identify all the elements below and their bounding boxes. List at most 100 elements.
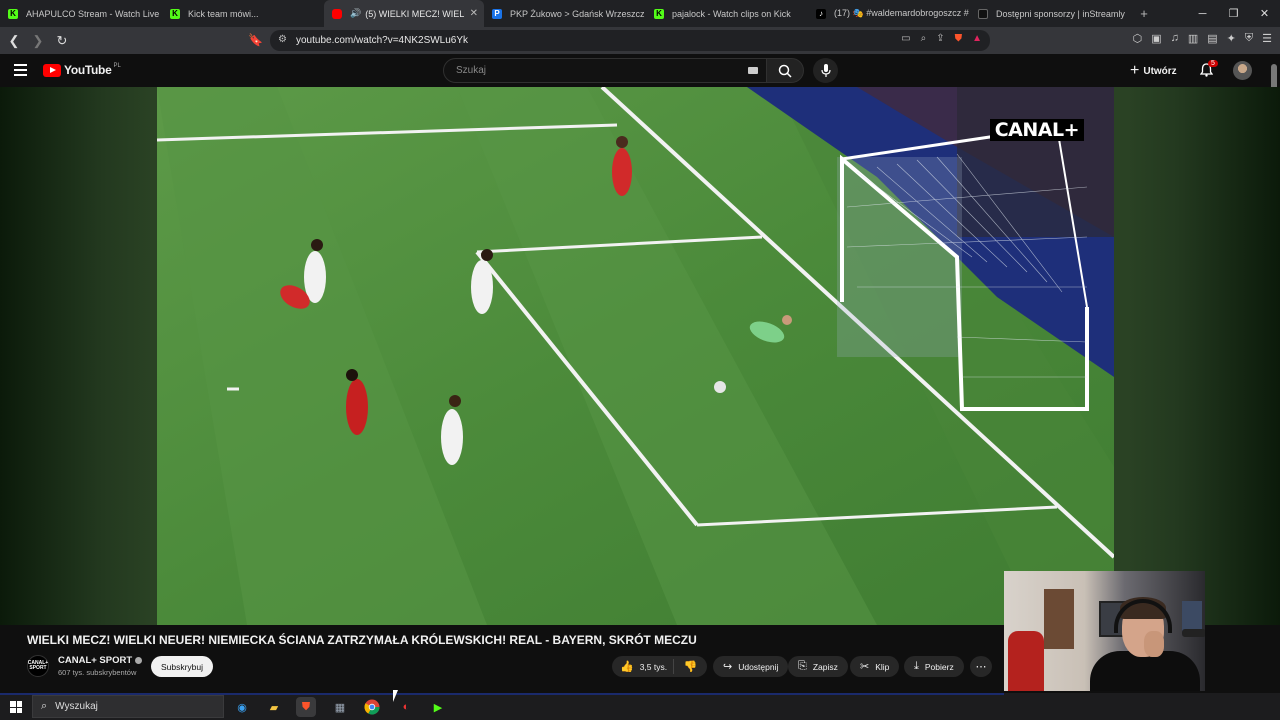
extension-icon[interactable]: ⬡ xyxy=(1133,32,1143,45)
search-icon xyxy=(778,64,792,78)
webcam-chair xyxy=(1008,631,1044,691)
taskbar-search-input[interactable]: ⌕ Wyszukaj xyxy=(32,695,224,718)
subscribe-button[interactable]: Subskrybuj xyxy=(151,656,213,677)
browser-tab[interactable]: K AHAPULCO Stream - Watch Live xyxy=(0,0,162,27)
search-placeholder: Szukaj xyxy=(456,65,487,76)
minimize-icon[interactable]: ─ xyxy=(1187,0,1218,27)
chrome-logo-icon xyxy=(364,699,380,715)
brave-rewards-icon[interactable]: ▲ xyxy=(972,33,982,44)
save-button[interactable]: ⎘ Zapisz xyxy=(788,656,848,677)
menu-icon[interactable]: ☰ xyxy=(1262,32,1272,45)
tiktok-icon: ♪ xyxy=(816,8,826,19)
back-icon[interactable]: ❮ xyxy=(4,31,24,51)
tab-title: (17) 🎭 #waldemardobrogoszcz # xyxy=(834,8,969,18)
app-icon[interactable]: ▦ xyxy=(330,697,350,717)
kick-icon: K xyxy=(170,8,180,19)
browser-tab[interactable]: K Kick team mówi... xyxy=(162,0,324,27)
channel-name-text: CANAL+ SPORT xyxy=(58,655,133,666)
country-code: PL xyxy=(113,63,121,69)
more-horizontal-icon: ⋯ xyxy=(975,661,987,673)
browser-tab-strip: K AHAPULCO Stream - Watch Live K Kick team… xyxy=(0,0,1280,27)
save-label: Zapisz xyxy=(812,661,838,672)
like-count: 3,5 tys. xyxy=(639,661,668,672)
file-explorer-icon[interactable]: ▰ xyxy=(264,697,284,717)
mouse-cursor xyxy=(393,690,403,702)
url-text: youtube.com/watch?v=4NK2SWLu6Yk xyxy=(296,35,469,46)
keyboard-icon[interactable] xyxy=(748,67,758,74)
restore-icon[interactable]: ❐ xyxy=(1218,0,1249,27)
forward-icon[interactable]: ❯ xyxy=(28,31,48,51)
vpn-icon[interactable]: ⛨ xyxy=(1245,32,1253,45)
guide-menu-icon[interactable] xyxy=(14,64,27,79)
video-player[interactable]: CANAL+ xyxy=(157,87,1114,625)
browser-tab[interactable]: Dostępni sponsorzy | inStreamly xyxy=(970,0,1132,27)
voice-search-button[interactable] xyxy=(813,58,838,83)
cast-icon[interactable]: ▭ xyxy=(901,33,910,44)
microphone-icon xyxy=(820,63,831,77)
window-controls: ─ ❐ ✕ xyxy=(1187,0,1280,27)
instreamly-icon xyxy=(978,8,988,19)
dislike-button[interactable]: 👎 xyxy=(674,660,707,673)
account-avatar[interactable] xyxy=(1233,61,1252,80)
search-icon: ⌕ xyxy=(41,700,48,712)
tab-title: Dostępni sponsorzy | inStreamly xyxy=(996,8,1125,19)
youtube-logo[interactable]: YouTube PL xyxy=(43,63,121,77)
os-taskbar: ⌕ Wyszukaj ◉ ▰ ⛊ ▦ ◐ ▶ xyxy=(0,693,1280,720)
search-button[interactable] xyxy=(766,58,804,83)
verified-icon xyxy=(135,656,143,664)
webcam-door xyxy=(1044,589,1074,649)
channel-name[interactable]: CANAL+ SPORT xyxy=(58,655,143,666)
share-icon[interactable]: ⇪ xyxy=(936,33,944,44)
bookmark-icon[interactable]: 🔖 xyxy=(248,33,263,47)
browser-tab[interactable]: P PKP Żukowo > Gdańsk Wrzeszcz > R xyxy=(484,0,646,27)
sidebar-icon[interactable]: ▥ xyxy=(1188,32,1198,45)
speaker-icon[interactable]: 🔊 xyxy=(350,8,361,19)
browser-toolbar: ❮ ❯ ↻ 🔖 ⚙ youtube.com/watch?v=4NK2SWLu6Y… xyxy=(0,27,1280,54)
more-actions-button[interactable]: ⋯ xyxy=(970,656,992,677)
address-bar[interactable]: ⚙ youtube.com/watch?v=4NK2SWLu6Yk ▭ ⌕ ⇪ … xyxy=(270,30,990,51)
browser-tab[interactable]: Kpajalock - Watch clips on Kick xyxy=(646,0,808,27)
music-icon[interactable]: ♫ xyxy=(1171,32,1179,45)
microphone-arm xyxy=(1182,629,1205,637)
brave-shield-icon[interactable]: ⛊ xyxy=(955,33,963,44)
channel-avatar[interactable]: CANAL+ SPORT xyxy=(27,655,49,677)
like-button[interactable]: 👍 3,5 tys. xyxy=(612,659,674,674)
extensions-area: ⬡ ▣ ♫ ▥ ▤ ✦ ⛨ ☰ xyxy=(1133,32,1272,45)
zoom-icon[interactable]: ⌕ xyxy=(921,33,927,44)
webcam-person-hand xyxy=(1144,631,1164,657)
clip-button[interactable]: ✂ Klip xyxy=(850,656,900,677)
close-window-icon[interactable]: ✕ xyxy=(1249,0,1280,27)
kick-icon: K xyxy=(8,8,18,19)
browser-tab[interactable]: ♪ (17) 🎭 #waldemardobrogoszcz # xyxy=(808,0,970,27)
brave-browser-icon[interactable]: ⛊ xyxy=(296,697,316,717)
leo-ai-icon[interactable]: ✦ xyxy=(1227,32,1236,45)
create-button[interactable]: + Utwórz xyxy=(1130,62,1177,80)
youtube-play-icon xyxy=(43,63,61,77)
windows-start-icon[interactable] xyxy=(10,701,22,713)
search-input[interactable]: Szukaj xyxy=(443,58,767,83)
tab-title: Kick team mówi... xyxy=(188,8,259,19)
download-label: Pobierz xyxy=(924,661,954,672)
notifications-button[interactable]: 5 xyxy=(1199,60,1218,82)
download-button[interactable]: ⤓ Pobierz xyxy=(904,656,964,677)
share-arrow-icon: ↪ xyxy=(723,661,733,673)
screenshot-icon[interactable]: ▣ xyxy=(1151,32,1161,45)
scissors-icon: ✂ xyxy=(860,661,870,673)
wallet-icon[interactable]: ▤ xyxy=(1207,32,1217,45)
streaming-app-icon[interactable]: ▶ xyxy=(428,697,448,717)
plus-icon: + xyxy=(1130,62,1140,79)
kick-icon: K xyxy=(654,8,664,19)
new-tab-button[interactable]: + xyxy=(1132,6,1156,21)
clip-label: Klip xyxy=(875,661,890,672)
webcam-person-shirt xyxy=(1090,651,1200,691)
close-tab-icon[interactable]: ✕ xyxy=(470,8,478,19)
edge-icon[interactable]: ◉ xyxy=(232,697,252,717)
share-button[interactable]: ↪ Udostępnij xyxy=(713,656,789,677)
browser-tab-active[interactable]: 🔊 (5) WIELKI MECZ! WIELKI NE ✕ xyxy=(324,0,484,27)
tab-title: pajalock - Watch clips on Kick xyxy=(672,8,791,19)
chrome-icon[interactable] xyxy=(362,697,382,717)
reload-icon[interactable]: ↻ xyxy=(52,31,72,51)
site-settings-icon[interactable]: ⚙ xyxy=(278,34,287,45)
tab-title: PKP Żukowo > Gdańsk Wrzeszcz > R xyxy=(510,8,646,19)
pkp-icon: P xyxy=(492,8,502,19)
